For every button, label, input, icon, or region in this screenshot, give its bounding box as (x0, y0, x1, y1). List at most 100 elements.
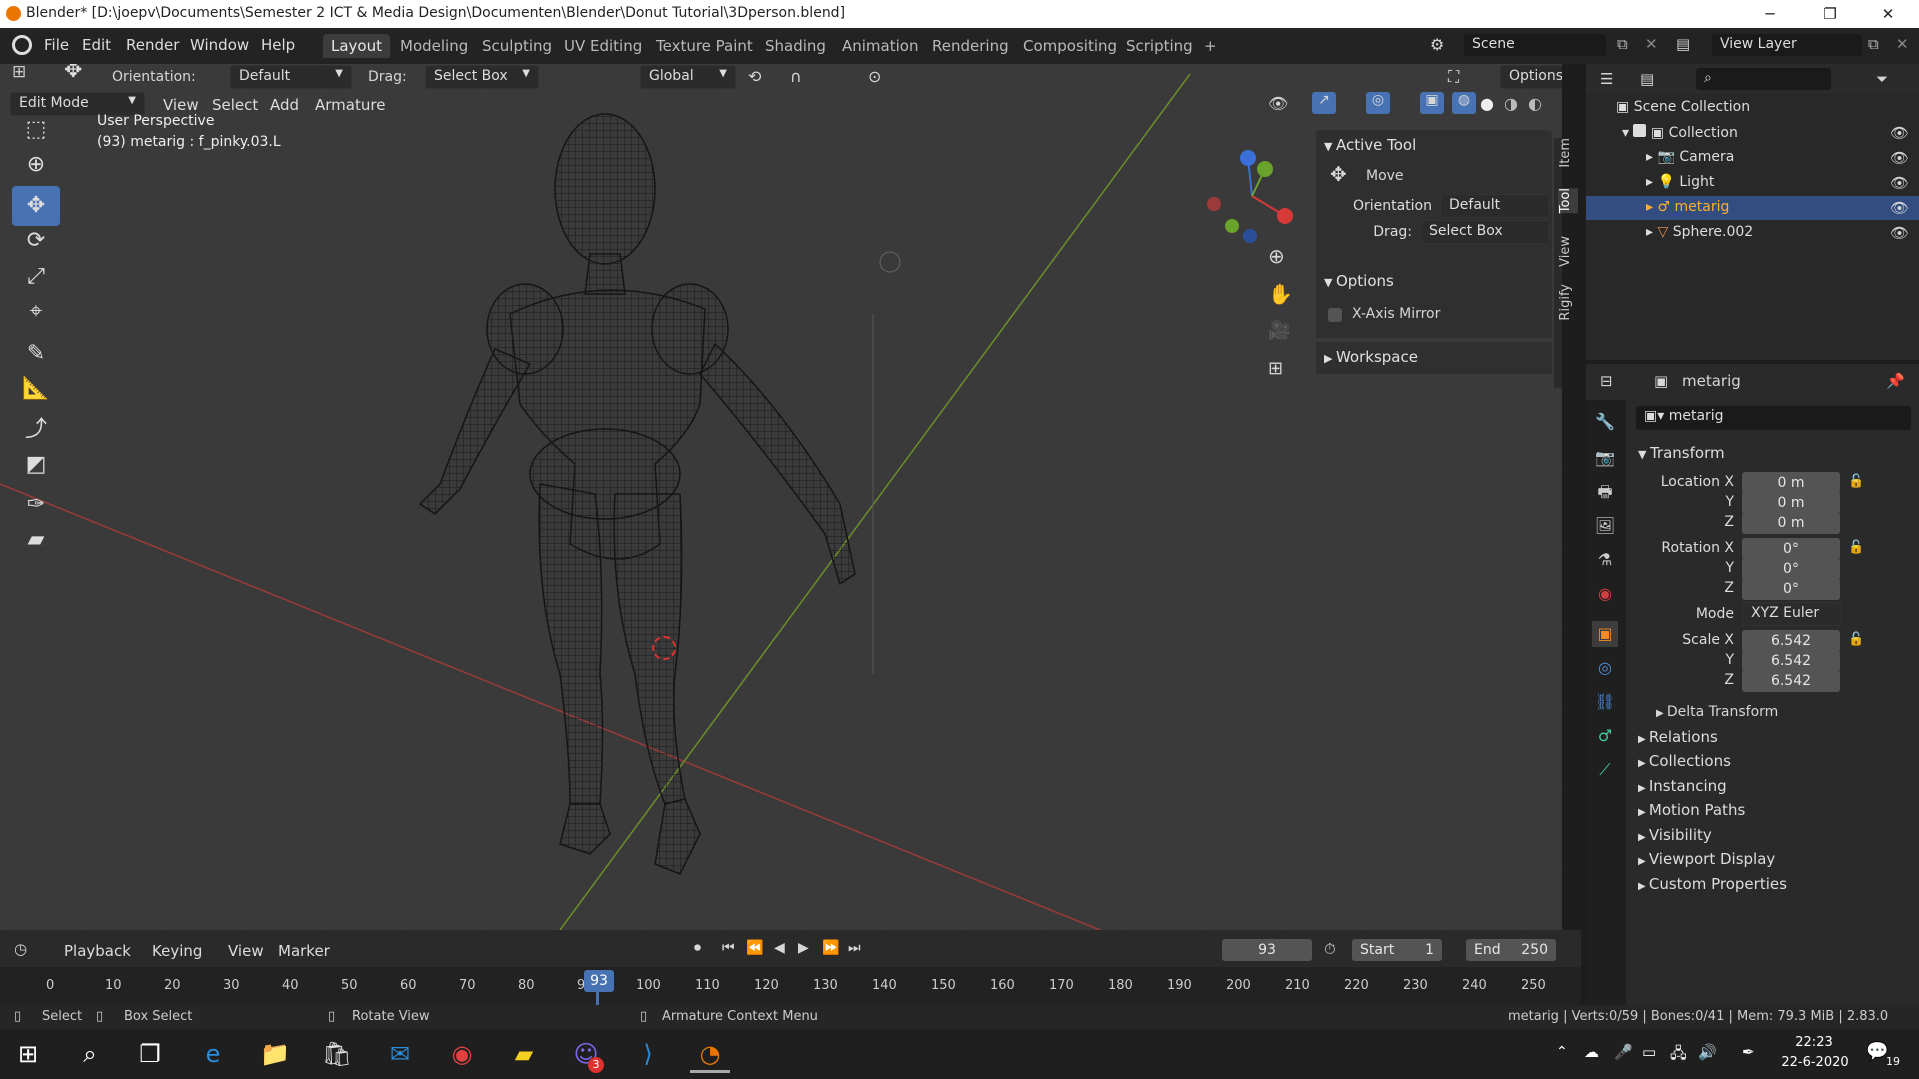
menu-render[interactable]: Render (126, 36, 179, 54)
battery-icon[interactable]: ▭ (1642, 1043, 1656, 1061)
perspective-toggle-icon[interactable]: ⊞ (1268, 358, 1283, 379)
workspace-panel[interactable]: ▶ Workspace (1316, 342, 1552, 374)
timeline-menu-playback[interactable]: Playback (64, 942, 131, 960)
minimize-icon[interactable]: ─ (1747, 0, 1793, 28)
tab-modeling[interactable]: Modeling (392, 34, 476, 58)
outliner-search-input[interactable]: ⌕ (1696, 68, 1831, 90)
scene-icon[interactable]: ⚙ (1430, 35, 1444, 54)
scale-y-field[interactable]: 6.542 (1742, 650, 1840, 672)
add-workspace-button[interactable]: + (1196, 34, 1225, 58)
sticky-notes-icon[interactable]: ▰ (504, 1035, 544, 1073)
jump-end-icon[interactable]: ⏭ (848, 940, 861, 956)
network-icon[interactable]: 🖧 (1670, 1043, 1687, 1068)
clock-time[interactable]: 22:23 (1784, 1035, 1844, 1050)
maximize-icon[interactable]: ❐ (1807, 0, 1853, 28)
motion-paths-header[interactable]: ▶ Motion Paths (1638, 801, 1745, 819)
rotation-y-field[interactable]: 0° (1742, 558, 1840, 580)
collection-visibility-eye-icon[interactable]: 👁 (1890, 124, 1909, 142)
file-explorer-icon[interactable]: 📁 (255, 1035, 295, 1073)
edge-icon[interactable]: e (193, 1035, 233, 1073)
location-y-field[interactable]: 0 m (1742, 492, 1840, 514)
active-tool-header[interactable]: ▼ Active Tool (1324, 136, 1416, 154)
wireframe-person-mesh[interactable] (400, 74, 930, 894)
gizmo-toggle-icon[interactable]: ⛶ (1448, 67, 1459, 87)
annotate-tool-icon[interactable]: ✎ (12, 334, 60, 374)
view-layer-icon[interactable]: ▤ (1676, 35, 1690, 53)
outliner-editor-icon[interactable]: ☰ (1600, 70, 1613, 88)
extrude-tool-icon[interactable]: ⤴ (12, 410, 60, 450)
viewport-menu-add[interactable]: Add (270, 96, 299, 114)
options-header[interactable]: ▼ Options (1324, 272, 1394, 290)
tab-layout[interactable]: Layout (323, 34, 390, 58)
blender-menu-icon[interactable] (12, 35, 32, 55)
current-frame-field[interactable]: 93 (1222, 939, 1312, 961)
location-z-field[interactable]: 0 m (1742, 512, 1840, 534)
record-icon[interactable]: ⏺ (694, 940, 701, 956)
menu-window[interactable]: Window (190, 36, 249, 54)
3d-viewport[interactable]: ⊞ ✥ Orientation: Default ▼ Drag: Select … (0, 64, 1562, 930)
tray-chevron-icon[interactable]: ⌃ (1556, 1044, 1568, 1060)
tab-item[interactable]: Item (1558, 138, 1578, 168)
timeline-menu-keying[interactable]: Keying (152, 942, 202, 960)
navigation-gizmo[interactable] (1200, 144, 1300, 244)
clock-date[interactable]: 22-6-2020 (1780, 1055, 1850, 1070)
render-props-icon[interactable]: 📷 (1592, 445, 1618, 471)
tab-view[interactable]: View (1558, 236, 1578, 267)
camera-visibility-eye-icon[interactable]: 👁 (1890, 149, 1909, 167)
drag-dropdown[interactable]: Select Box ▼ (425, 65, 539, 89)
viewport-display-header[interactable]: ▶ Viewport Display (1638, 850, 1775, 868)
scene-props-icon[interactable]: ⚗ (1592, 547, 1618, 573)
zoom-icon[interactable]: ⊕ (1268, 244, 1285, 268)
tab-scripting[interactable]: Scripting (1118, 34, 1201, 58)
next-keyframe-icon[interactable]: ⏩ (822, 940, 839, 956)
properties-editor-icon[interactable]: ⊟ (1600, 372, 1613, 390)
visibility-icon[interactable]: 👁 (1268, 94, 1288, 113)
tab-animation[interactable]: Animation (834, 34, 926, 58)
menu-help[interactable]: Help (261, 36, 295, 54)
select-box-tool-icon[interactable]: ⬚ (12, 110, 60, 150)
viewport-menu-armature[interactable]: Armature (315, 96, 385, 114)
view-layer-props-icon[interactable]: 🖼 (1592, 513, 1618, 539)
lock-location-icon[interactable]: 🔓 (1848, 474, 1864, 489)
sphere-visibility-eye-icon[interactable]: 👁 (1890, 224, 1909, 242)
end-frame-field[interactable]: End 250 (1466, 939, 1556, 961)
lock-rotation-icon[interactable]: 🔓 (1848, 540, 1864, 555)
gizmo-icon[interactable]: ↗ (1312, 92, 1336, 114)
cursor-tool-icon[interactable]: ⊕ (12, 145, 60, 185)
bone-props-icon[interactable]: ⟋ (1592, 757, 1618, 783)
overlays-icon[interactable]: ◎ (1366, 92, 1390, 114)
bone-size-tool-icon[interactable]: ◩ (12, 445, 60, 485)
bone-envelope-tool-icon[interactable]: ▰ (12, 520, 60, 560)
blender-taskbar-icon[interactable]: ◔ (690, 1035, 730, 1073)
transform-orientation-dropdown[interactable]: Global ▼ (640, 65, 736, 89)
orientation-dropdown[interactable]: Default ▼ (230, 65, 352, 89)
npanel-orientation-dropdown[interactable]: Default (1440, 194, 1550, 218)
outliner-scene-collection[interactable]: ▣ Scene Collection (1616, 99, 1750, 124)
start-frame-field[interactable]: Start 1 (1352, 939, 1442, 961)
datablock-field[interactable]: ▣▾ metarig (1636, 406, 1911, 430)
editor-type-icon[interactable]: ⊞ (12, 64, 26, 82)
volume-icon[interactable]: 🔊 (1698, 1043, 1717, 1061)
pivot-icon[interactable]: ⟲ (748, 67, 761, 86)
scale-x-field[interactable]: 6.542 (1742, 630, 1840, 652)
chrome-icon[interactable]: ◉ (442, 1035, 482, 1073)
proportional-edit-icon[interactable]: ⊙ (868, 67, 881, 86)
new-view-layer-icon[interactable]: ⧉ (1868, 35, 1879, 53)
play-reverse-icon[interactable]: ◀ (774, 940, 785, 956)
shading-solid-icon[interactable]: ● (1480, 94, 1494, 113)
stopwatch-icon[interactable]: ⏱ (1324, 940, 1336, 958)
prev-keyframe-icon[interactable]: ⏪ (746, 940, 763, 956)
outliner-item-metarig[interactable]: ▸ ♂ metarig (1646, 199, 1729, 224)
rotation-mode-dropdown[interactable]: XYZ Euler (1742, 602, 1842, 626)
rotation-x-field[interactable]: 0° (1742, 538, 1840, 560)
microphone-icon[interactable]: 🎤 (1614, 1043, 1633, 1061)
menu-edit[interactable]: Edit (82, 36, 111, 54)
transform-tool-icon[interactable]: ⌖ (12, 292, 60, 332)
world-props-icon[interactable]: ◉ (1592, 581, 1618, 607)
options-dropdown[interactable]: Options (1500, 65, 1562, 89)
playhead-frame[interactable]: 93 (584, 970, 614, 992)
relations-header[interactable]: ▶ Relations (1638, 728, 1718, 746)
modifier-props-icon[interactable]: ◎ (1592, 655, 1618, 681)
npanel-drag-dropdown[interactable]: Select Box (1420, 220, 1550, 244)
viewport-menu-view[interactable]: View (163, 96, 199, 114)
